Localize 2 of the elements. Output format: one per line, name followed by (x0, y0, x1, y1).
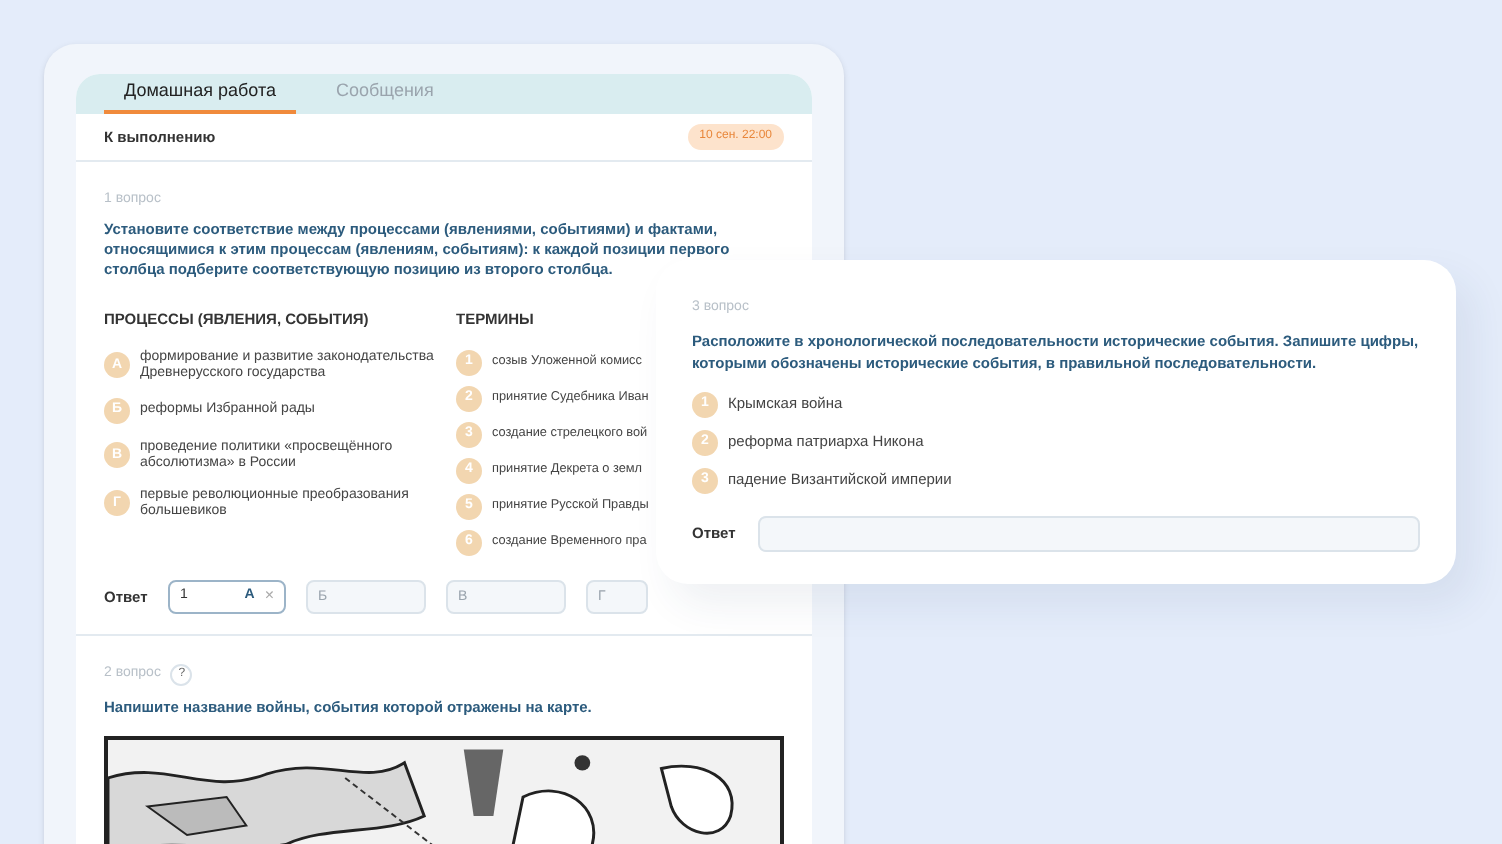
answer-field[interactable] (758, 515, 1420, 551)
tab[interactable]: Домашная работа (104, 74, 296, 114)
